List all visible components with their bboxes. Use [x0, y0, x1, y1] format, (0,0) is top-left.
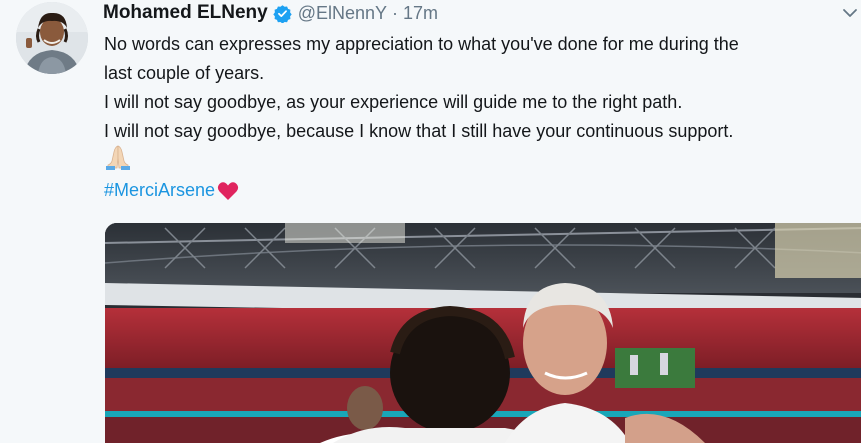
folded-hands-icon — [104, 144, 132, 179]
avatar[interactable] — [16, 2, 88, 74]
tweet-photo[interactable] — [105, 223, 861, 443]
chevron-down-icon[interactable] — [841, 4, 859, 22]
tweet-line: last couple of years. — [104, 63, 265, 83]
display-name[interactable]: Mohamed ELNeny — [103, 2, 268, 24]
handle[interactable]: @ElNennY — [298, 3, 387, 24]
separator-dot: · — [392, 2, 399, 23]
tweet-line: I will not say goodbye, because I know t… — [104, 121, 734, 141]
tweet-line: No words can expresses my appreciation t… — [104, 34, 739, 54]
hashtag-link[interactable]: #MerciArsene — [104, 176, 215, 205]
tweet-line: I will not say goodbye, as your experien… — [104, 92, 683, 112]
timestamp[interactable]: 17m — [403, 3, 438, 24]
tweet-text: No words can expresses my appreciation t… — [104, 30, 854, 205]
verified-badge-icon — [273, 4, 292, 24]
red-heart-icon — [217, 181, 239, 201]
tweet-header: Mohamed ELNeny @ElNennY · 17m — [103, 0, 438, 26]
